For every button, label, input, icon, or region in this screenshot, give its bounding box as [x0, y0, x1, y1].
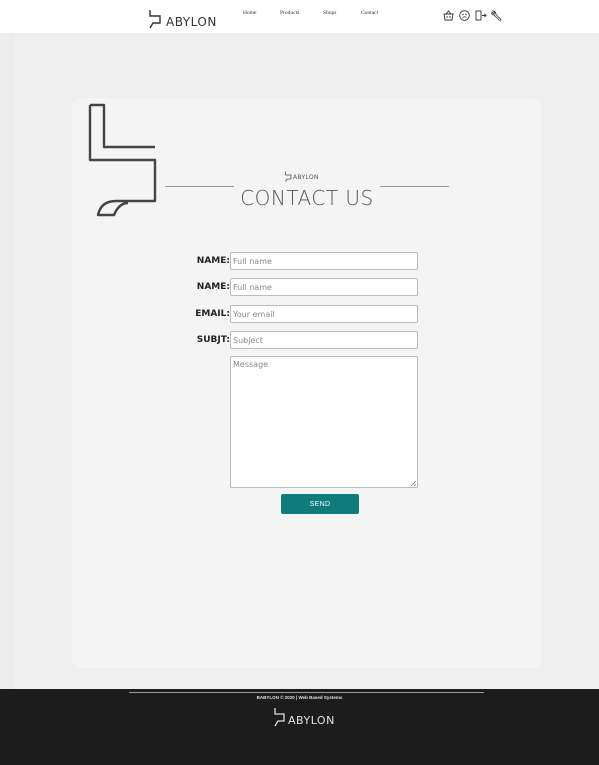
message-textarea[interactable] — [230, 356, 418, 488]
name-row: NAME: — [150, 252, 418, 270]
site-header: ABYLON Home Products Shops Contact — [0, 0, 599, 33]
footer-logo-text: ABYLON — [288, 714, 335, 727]
contact-mini-logo: ABYLON — [284, 168, 319, 182]
footer-divider — [129, 692, 484, 693]
subject-label: SUBJT: — [196, 335, 230, 345]
name-input[interactable] — [230, 252, 418, 270]
subject-row: SUBJT: — [150, 331, 418, 349]
footer-logo[interactable]: ABYLON — [272, 705, 335, 727]
basket-icon[interactable] — [442, 9, 455, 22]
nav-contact[interactable]: Contact — [361, 10, 378, 16]
header-icons — [442, 9, 503, 22]
mini-logo-text: ABYLON — [293, 174, 319, 181]
nav-shops[interactable]: Shops — [323, 10, 361, 16]
name-label-2: NAME: — [196, 282, 230, 292]
site-footer: BABYLON © 2020 | Web Based Systems ABYLO… — [0, 689, 599, 765]
email-label: EMAIL: — [195, 309, 230, 319]
resize-handle-icon[interactable] — [410, 480, 417, 487]
email-row: EMAIL: — [150, 305, 418, 323]
babylon-logo-icon — [149, 10, 161, 29]
main-nav: Home Products Shops Contact — [243, 10, 378, 16]
footer-copyright: BABYLON © 2020 | Web Based Systems — [256, 695, 343, 700]
page-title: CONTACT US — [165, 186, 449, 210]
name-label: NAME: — [196, 256, 230, 266]
decorative-logo-mark — [88, 103, 157, 217]
babylon-logo-icon — [274, 708, 285, 727]
wrench-icon[interactable] — [490, 9, 503, 22]
name-row-2: NAME: — [150, 278, 418, 296]
logout-icon[interactable] — [474, 9, 487, 22]
send-button[interactable]: SEND — [281, 494, 359, 514]
user-icon[interactable] — [458, 9, 471, 22]
brand-logo[interactable]: ABYLON — [147, 7, 217, 29]
brand-name: ABYLON — [166, 15, 217, 29]
subject-input[interactable] — [230, 331, 418, 349]
nav-products[interactable]: Products — [280, 10, 323, 16]
nav-home[interactable]: Home — [243, 10, 280, 16]
email-input[interactable] — [230, 305, 418, 323]
name-input-2[interactable] — [230, 278, 418, 296]
babylon-logo-icon — [285, 171, 292, 182]
